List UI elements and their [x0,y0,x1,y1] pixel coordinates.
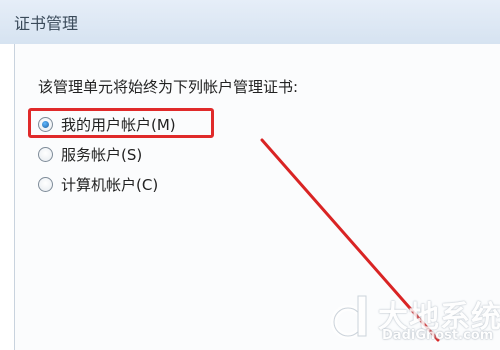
certificates-dialog: 证书管理 该管理单元将始终为下列帐户管理证书: 我的用户帐户(M) 服务帐户(S… [0,0,500,350]
watermark-logo-icon [331,295,367,339]
watermark-en-text: DadiGhost.com [382,328,494,343]
watermark: 大地系统 DadiGhost.com [330,292,500,350]
